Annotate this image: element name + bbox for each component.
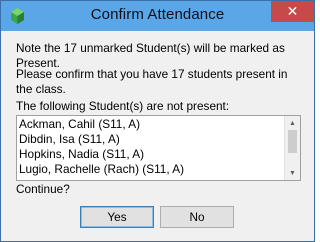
absent-list-heading: The following Student(s) are not present… <box>16 99 230 113</box>
list-item[interactable]: Dibdin, Isa (S11, A) <box>19 132 283 147</box>
list-item[interactable]: Lugio, Rachelle (Rach) (S11, A) <box>19 162 283 177</box>
no-button[interactable]: No <box>160 206 234 228</box>
list-item[interactable]: Hopkins, Nadia (S11, A) <box>19 147 283 162</box>
vertical-scrollbar[interactable]: ▲ ▼ <box>284 116 300 180</box>
close-button[interactable]: ✕ <box>271 1 314 22</box>
title-bar[interactable]: Confirm Attendance ✕ <box>1 1 314 31</box>
confirm-attendance-dialog: Confirm Attendance ✕ Note the 17 unmarke… <box>0 0 315 242</box>
scroll-up-arrow-icon[interactable]: ▲ <box>285 117 300 129</box>
absent-students-list[interactable]: Ackman, Cahil (S11, A) Dibdin, Isa (S11,… <box>16 115 301 181</box>
list-item[interactable]: Ackman, Cahil (S11, A) <box>19 117 283 132</box>
scroll-thumb[interactable] <box>288 130 297 153</box>
list-items: Ackman, Cahil (S11, A) Dibdin, Isa (S11,… <box>19 117 283 177</box>
confirm-note: Please confirm that you have 17 students… <box>16 67 288 96</box>
dialog-content: Note the 17 unmarked Student(s) will be … <box>9 31 306 235</box>
yes-button[interactable]: Yes <box>80 206 154 228</box>
scroll-down-arrow-icon[interactable]: ▼ <box>285 167 300 179</box>
continue-prompt: Continue? <box>16 182 70 196</box>
window-title: Confirm Attendance <box>90 6 225 23</box>
